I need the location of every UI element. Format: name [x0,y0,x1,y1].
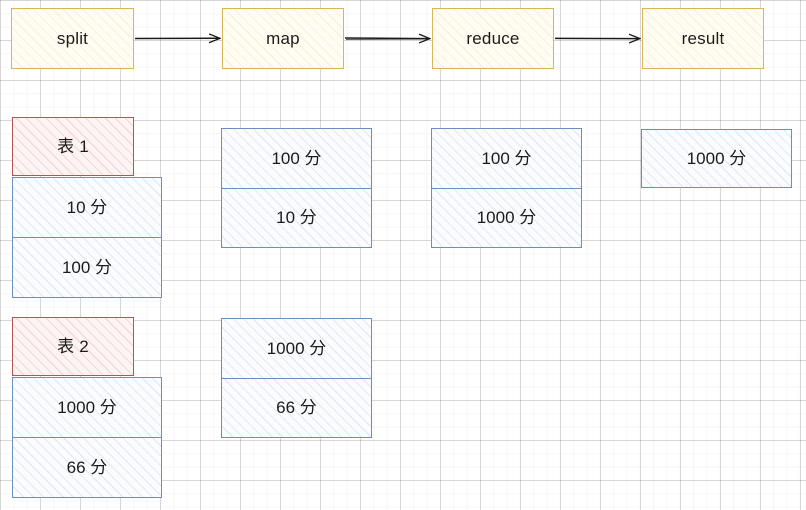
stage-box-split[interactable]: split [11,8,134,69]
table-row: 100 分 [222,129,371,188]
table-body-2[interactable]: 1000 分 66 分 [12,377,162,498]
cell-value: 100 分 [481,148,532,168]
cell-value: 1000 分 [476,208,537,228]
arrow-map-to-reduce [344,38,429,40]
table-header-label-1: 表 1 [57,137,89,156]
table-header-1[interactable]: 表 1 [12,117,134,176]
stage-label-result: result [681,29,725,48]
cell-value: 66 分 [276,398,317,418]
table-row: 1000 分 [642,130,791,187]
table-row: 100 分 [432,129,581,188]
table-row: 1000 分 [432,187,581,248]
cell-value: 100 分 [61,258,113,277]
stage-box-map[interactable]: map [222,8,344,69]
stage-box-result[interactable]: result [642,8,764,69]
cell-value: 1000 分 [686,149,747,168]
cell-value: 10 分 [276,208,317,228]
cell-value: 1000 分 [266,338,327,358]
cell-value: 1000 分 [57,398,117,417]
cell-value: 66 分 [66,458,108,477]
map-output-box-2[interactable]: 1000 分 66 分 [221,318,372,438]
table-row: 66 分 [222,377,371,438]
table-row: 10 分 [13,178,161,237]
table-header-label-2: 表 2 [57,337,89,356]
stage-label-split: split [56,29,89,48]
table-body-1[interactable]: 10 分 100 分 [12,177,162,298]
stage-label-reduce: reduce [466,29,520,48]
reduce-output-box-1[interactable]: 100 分 1000 分 [431,128,582,248]
cell-value: 10 分 [66,198,108,217]
map-output-box-1[interactable]: 100 分 10 分 [221,128,372,248]
table-row: 10 分 [222,187,371,248]
diagram-canvas: split map reduce result 表 1 10 分 100 分 表… [0,0,806,510]
cell-value: 100 分 [271,148,322,168]
table-row: 1000 分 [222,319,371,378]
table-row: 100 分 [13,237,161,297]
table-header-2[interactable]: 表 2 [12,317,134,376]
result-output-box-1[interactable]: 1000 分 [641,129,792,188]
stage-box-reduce[interactable]: reduce [432,8,554,69]
table-row: 66 分 [13,437,161,497]
table-row: 1000 分 [13,378,161,437]
stage-label-map: map [266,29,300,48]
